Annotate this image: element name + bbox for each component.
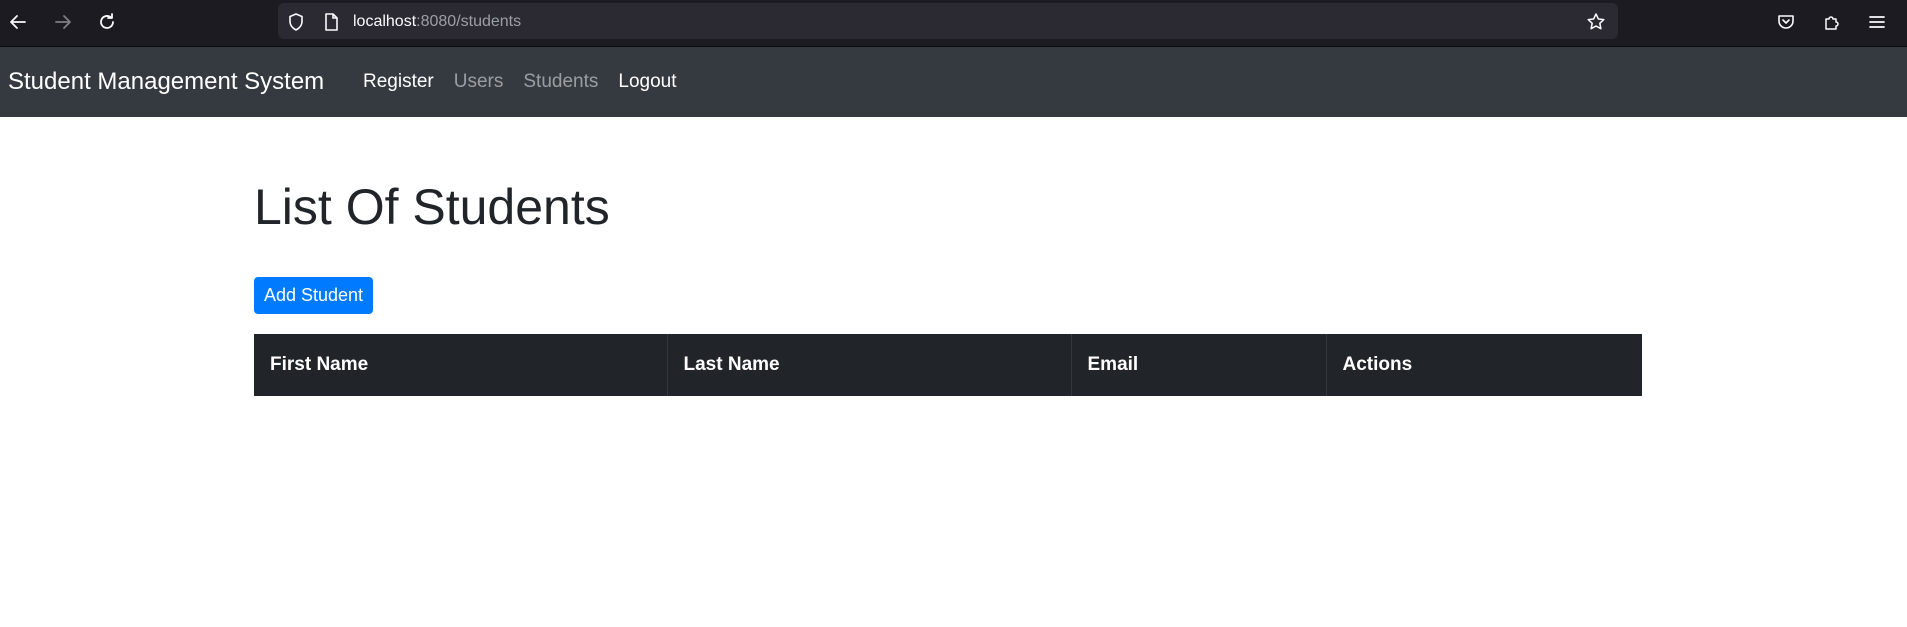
pocket-icon[interactable] [1773,9,1799,35]
navbar-brand[interactable]: Student Management System [8,67,324,97]
column-header-actions: Actions [1326,334,1642,396]
back-arrow-icon[interactable] [5,9,31,35]
column-header-email: Email [1071,334,1327,396]
url-host: localhost [353,13,417,30]
nav-links: Register Users Students Logout [363,69,697,95]
page-title: List Of Students [254,179,610,235]
menu-icon[interactable] [1864,9,1890,35]
column-header-first-name: First Name [254,334,668,396]
students-table: First Name Last Name Email Actions [254,334,1642,396]
shield-icon[interactable] [286,12,306,32]
table-header-row: First Name Last Name Email Actions [254,334,1642,396]
url-path: :8080/students [416,13,522,30]
reload-icon[interactable] [94,9,120,35]
url-bar[interactable]: localhost:8080/students [278,3,1618,39]
browser-toolbar: localhost:8080/students [0,0,1907,47]
column-header-last-name: Last Name [667,334,1072,396]
url-text[interactable]: localhost:8080/students [353,12,521,32]
nav-link-register[interactable]: Register [363,69,434,95]
nav-link-students[interactable]: Students [523,69,598,95]
bookmark-star-icon[interactable] [1586,12,1606,32]
nav-link-users[interactable]: Users [454,69,504,95]
add-student-button[interactable]: Add Student [254,277,373,314]
extensions-icon[interactable] [1819,9,1845,35]
nav-link-logout[interactable]: Logout [618,69,676,95]
forward-arrow-icon[interactable] [50,9,76,35]
page-icon[interactable] [321,12,341,32]
navbar: Student Management System Register Users… [0,47,1907,117]
